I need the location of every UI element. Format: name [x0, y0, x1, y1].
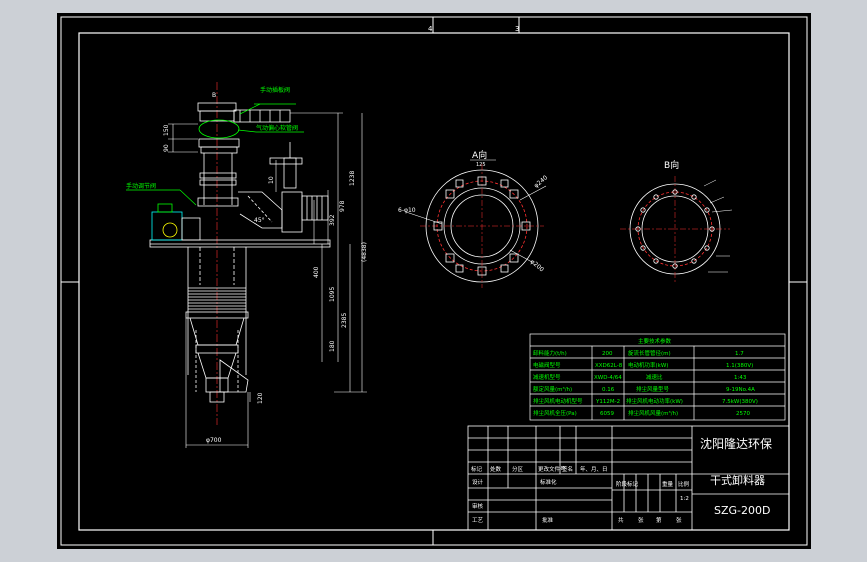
- svg-text:卸料能力(t/h): 卸料能力(t/h): [533, 349, 567, 357]
- svg-text:张: 张: [638, 516, 644, 524]
- svg-text:排尘风机电动机型号: 排尘风机电动机型号: [533, 397, 583, 405]
- dim-1095: 1095: [329, 287, 336, 302]
- title-block-company: 沈阳隆达环保: [700, 436, 772, 451]
- tb-approve: 批准: [542, 516, 554, 524]
- svg-text:6059: 6059: [600, 411, 614, 417]
- tb-design: 设计: [472, 478, 484, 486]
- svg-text:共: 共: [618, 516, 624, 524]
- dim-10: 10: [268, 176, 275, 184]
- tb-scale: 1:2: [680, 496, 689, 502]
- svg-text:处数: 处数: [490, 465, 502, 473]
- callout-hand-valve: 手动插板阀: [260, 86, 290, 94]
- svg-text:额定风量(m³/h): 额定风量(m³/h): [533, 385, 572, 393]
- svg-text:1:43: 1:43: [734, 375, 747, 381]
- svg-text:旋流长管管径(m): 旋流长管管径(m): [628, 349, 671, 357]
- svg-text:0.16: 0.16: [602, 387, 615, 393]
- svg-text:排尘风机电动功率(kW): 排尘风机电动功率(kW): [626, 397, 683, 405]
- svg-text:电动机功率(kW): 电动机功率(kW): [628, 361, 668, 369]
- svg-text:电磁阀型号: 电磁阀型号: [533, 361, 561, 369]
- params-table-title: 主要技术参数: [638, 337, 672, 345]
- tb-process: 工艺: [472, 517, 484, 524]
- svg-text:年、月、日: 年、月、日: [580, 465, 608, 473]
- dim-400: 400: [313, 266, 320, 278]
- dim-4838: (4838): [361, 242, 368, 262]
- svg-text:分区: 分区: [512, 465, 524, 473]
- svg-text:1.7: 1.7: [735, 351, 744, 357]
- dim-phi700: φ700: [206, 437, 222, 444]
- tb-check: 审核: [472, 502, 484, 510]
- dim-1238: 1238: [349, 171, 356, 186]
- dim-180: 180: [329, 340, 336, 352]
- svg-text:排尘风机风量(m³/h): 排尘风机风量(m³/h): [628, 409, 678, 417]
- view-b-label: B向: [664, 159, 679, 171]
- view-a-top-dim: 125: [476, 162, 486, 168]
- dim-90: 90: [163, 144, 170, 152]
- svg-text:标记: 标记: [471, 465, 483, 473]
- svg-text:200: 200: [602, 351, 613, 357]
- drawing-canvas: [57, 13, 811, 549]
- view-a-label: A向: [472, 149, 487, 161]
- callout-hand-adjust-valve: 手动调节阀: [126, 182, 156, 190]
- svg-text:7.5kW(380V): 7.5kW(380V): [722, 399, 758, 405]
- dim-2385: 2385: [341, 313, 348, 328]
- view-a-holes-note: 6-φ10: [398, 207, 416, 214]
- svg-text:Y112M-2: Y112M-2: [595, 399, 620, 405]
- cad-drawing-viewport[interactable]: 4 3 手动插板阀 气动偏心软管阀 手动调节阀 B 90 150 10 45° …: [0, 0, 867, 562]
- view-b-marker: B: [212, 92, 216, 99]
- svg-text:1.1(380V): 1.1(380V): [726, 363, 753, 369]
- svg-text:XWD-4/64: XWD-4/64: [594, 375, 622, 381]
- zone-mark-3: 3: [515, 25, 519, 33]
- title-block-drawing-no: SZG-200D: [714, 504, 770, 517]
- svg-text:张: 张: [676, 516, 682, 524]
- dim-150: 150: [163, 124, 170, 136]
- callout-pneumatic-valve: 气动偏心软管阀: [256, 124, 298, 132]
- svg-text:减速机型号: 减速机型号: [533, 373, 561, 381]
- svg-text:阶段标记: 阶段标记: [616, 480, 639, 488]
- svg-text:9-19No.4A: 9-19No.4A: [726, 387, 755, 393]
- svg-text:比例: 比例: [678, 480, 690, 488]
- tb-standard: 标准化: [540, 478, 557, 486]
- svg-text:重量: 重量: [662, 480, 674, 488]
- svg-text:排尘风机全压(Pa): 排尘风机全压(Pa): [533, 409, 577, 417]
- dim-120: 120: [257, 392, 264, 404]
- svg-text:第: 第: [656, 516, 662, 524]
- dim-392: 392: [329, 214, 336, 226]
- zone-mark-4: 4: [428, 25, 433, 33]
- dim-45deg: 45°: [254, 217, 265, 224]
- svg-text:XXD62L-8: XXD62L-8: [595, 363, 623, 369]
- svg-text:减速比: 减速比: [646, 373, 663, 381]
- svg-text:排尘风量型号: 排尘风量型号: [636, 385, 670, 393]
- dim-978: 978: [339, 200, 346, 212]
- svg-text:签名: 签名: [562, 465, 573, 473]
- title-block-drawing-name: 干式卸料器: [710, 473, 765, 487]
- svg-text:2570: 2570: [736, 411, 750, 417]
